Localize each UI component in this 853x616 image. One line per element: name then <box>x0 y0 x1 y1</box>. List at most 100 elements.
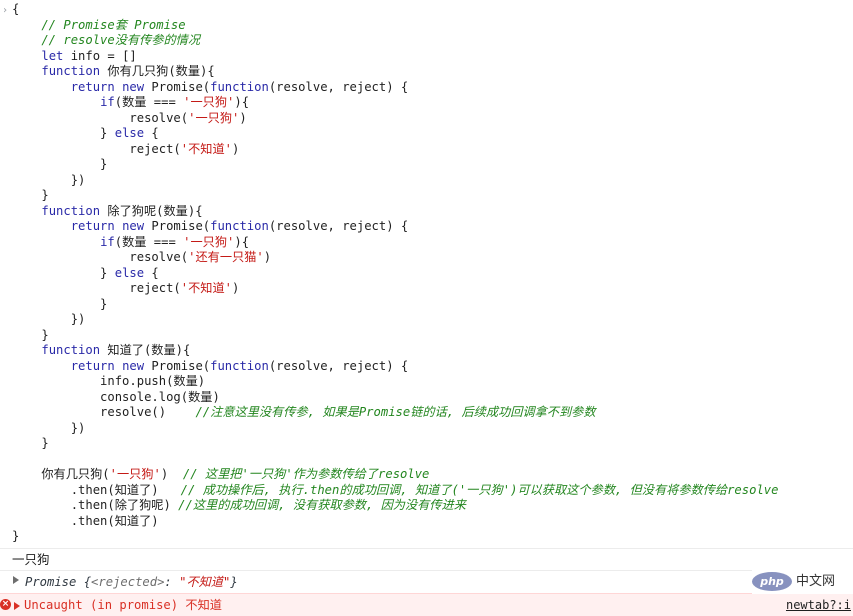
code-line: if(数量 === '一只狗'){ <box>12 235 778 251</box>
code-line: reject('不知道') <box>12 281 778 297</box>
code-line: resolve('还有一只猫') <box>12 250 778 266</box>
code-token: .then(知道了) <box>12 482 181 497</box>
code-token: 你有几只狗( <box>12 467 110 481</box>
code-line: // Promise套 Promise <box>12 18 778 34</box>
code-token: { <box>144 265 159 280</box>
code-token: return new <box>70 219 145 233</box>
code-token: '不知道' <box>180 141 233 156</box>
code-token: .then(除了狗呢) <box>12 498 179 512</box>
promise-result-row[interactable]: Promise {<rejected>: "不知道"} <box>0 570 853 593</box>
code-token: } <box>12 529 20 543</box>
code-token: 除了狗呢(数量){ <box>100 203 203 218</box>
code-token: ) <box>239 110 247 125</box>
code-token: '还有一只猫' <box>188 250 264 264</box>
console-input-entry[interactable]: › { // Promise套 Promise // resolve没有传参的情… <box>0 0 853 548</box>
code-line: .then(除了狗呢) //这里的成功回调, 没有获取参数, 因为没有传进来 <box>12 498 778 514</box>
code-token: 知道了(数量){ <box>100 343 191 357</box>
code-line: 你有几只狗('一只狗') // 这里把'一只狗'作为参数传给了resolve <box>12 467 778 483</box>
code-line: { <box>12 2 778 18</box>
console-log-row: 一只狗 <box>0 548 853 570</box>
code-token: function <box>210 219 269 233</box>
code-line: } <box>12 529 778 545</box>
code-token: 你有几只狗(数量){ <box>100 64 215 78</box>
error-source-link[interactable]: newtab?:i <box>786 598 851 613</box>
code-line: } <box>12 297 778 313</box>
code-token: resolve( <box>12 110 189 125</box>
code-line: } else { <box>12 126 778 142</box>
promise-separator: : <box>164 575 180 589</box>
site-name: 中文网 <box>796 574 836 589</box>
code-token: //注意这里没有传参, 如果是Promise链的话, 后续成功回调拿不到参数 <box>195 405 596 419</box>
code-token: ) <box>232 281 240 295</box>
code-token: (resolve, reject) { <box>268 219 409 233</box>
code-token: resolve( <box>12 250 189 264</box>
code-token: function <box>41 64 101 78</box>
code-line: } <box>12 436 778 452</box>
code-token: function <box>210 358 269 373</box>
code-line: console.log(数量) <box>12 390 778 406</box>
code-token: } <box>12 296 108 311</box>
code-block[interactable]: { // Promise套 Promise // resolve没有传参的情况 … <box>12 2 778 545</box>
promise-result-text: Promise {<rejected>: "不知道"} <box>25 575 238 590</box>
code-line: function 知道了(数量){ <box>12 343 778 359</box>
code-token: .then(知道了) <box>12 513 159 528</box>
code-token: reject( <box>12 281 181 295</box>
code-token: // resolve没有传参的情况 <box>12 33 201 47</box>
code-token: function <box>41 343 101 357</box>
code-token: }) <box>12 420 86 435</box>
php-logo: php <box>752 572 792 591</box>
code-token: (数量 === <box>114 234 184 249</box>
code-token: ) <box>263 250 272 264</box>
code-token: '一只狗' <box>109 467 161 481</box>
code-token: if <box>100 234 115 249</box>
code-line: resolve() //注意这里没有传参, 如果是Promise链的话, 后续成… <box>12 405 778 421</box>
code-line: reject('不知道') <box>12 142 778 158</box>
code-token: Promise( <box>144 358 211 373</box>
code-token: function <box>210 79 269 94</box>
code-line: resolve('一只狗') <box>12 111 778 127</box>
code-token: (resolve, reject) { <box>268 358 409 373</box>
code-token: }) <box>12 172 86 187</box>
code-token: } <box>12 436 49 450</box>
code-token: '不知道' <box>180 281 233 295</box>
code-token: } <box>12 126 115 140</box>
code-line: } <box>12 188 778 204</box>
log-output-text: 一只狗 <box>12 552 50 567</box>
code-token: ) <box>232 141 240 156</box>
error-expand-triangle-icon[interactable] <box>14 602 20 610</box>
devtools-console: › { // Promise套 Promise // resolve没有传参的情… <box>0 0 853 616</box>
site-watermark: php 中文网 <box>752 570 853 594</box>
code-token: else <box>114 126 145 140</box>
code-token: info.push(数量) <box>12 374 206 388</box>
code-line: info.push(数量) <box>12 374 778 390</box>
promise-state-value: "不知道" <box>179 575 231 589</box>
chevron-right-icon: › <box>1 5 9 16</box>
code-token: '一只狗' <box>183 234 235 249</box>
code-token: } <box>12 157 108 171</box>
promise-suffix: } <box>230 575 238 589</box>
code-token: resolve() <box>12 405 196 419</box>
code-token: ) <box>160 467 183 481</box>
code-token: ){ <box>234 234 250 249</box>
code-line: } <box>12 157 778 173</box>
code-token: // Promise套 Promise <box>12 17 186 32</box>
code-line: if(数量 === '一只狗'){ <box>12 95 778 111</box>
code-line: }) <box>12 173 778 189</box>
code-token: // 成功操作后, 执行.then的成功回调, 知道了('一只狗')可以获取这个… <box>180 482 779 497</box>
code-token: Promise( <box>144 79 211 94</box>
code-line: }) <box>12 421 778 437</box>
promise-prefix: Promise { <box>25 575 92 589</box>
error-row[interactable]: × Uncaught (in promise) 不知道 newtab?:i <box>0 593 853 616</box>
code-token: reject( <box>12 141 181 156</box>
code-token: { <box>12 2 20 16</box>
code-token: } <box>12 188 49 202</box>
code-line: return new Promise(function(resolve, rej… <box>12 359 778 375</box>
code-token: return new <box>70 79 145 94</box>
expand-triangle-icon[interactable] <box>13 576 19 584</box>
